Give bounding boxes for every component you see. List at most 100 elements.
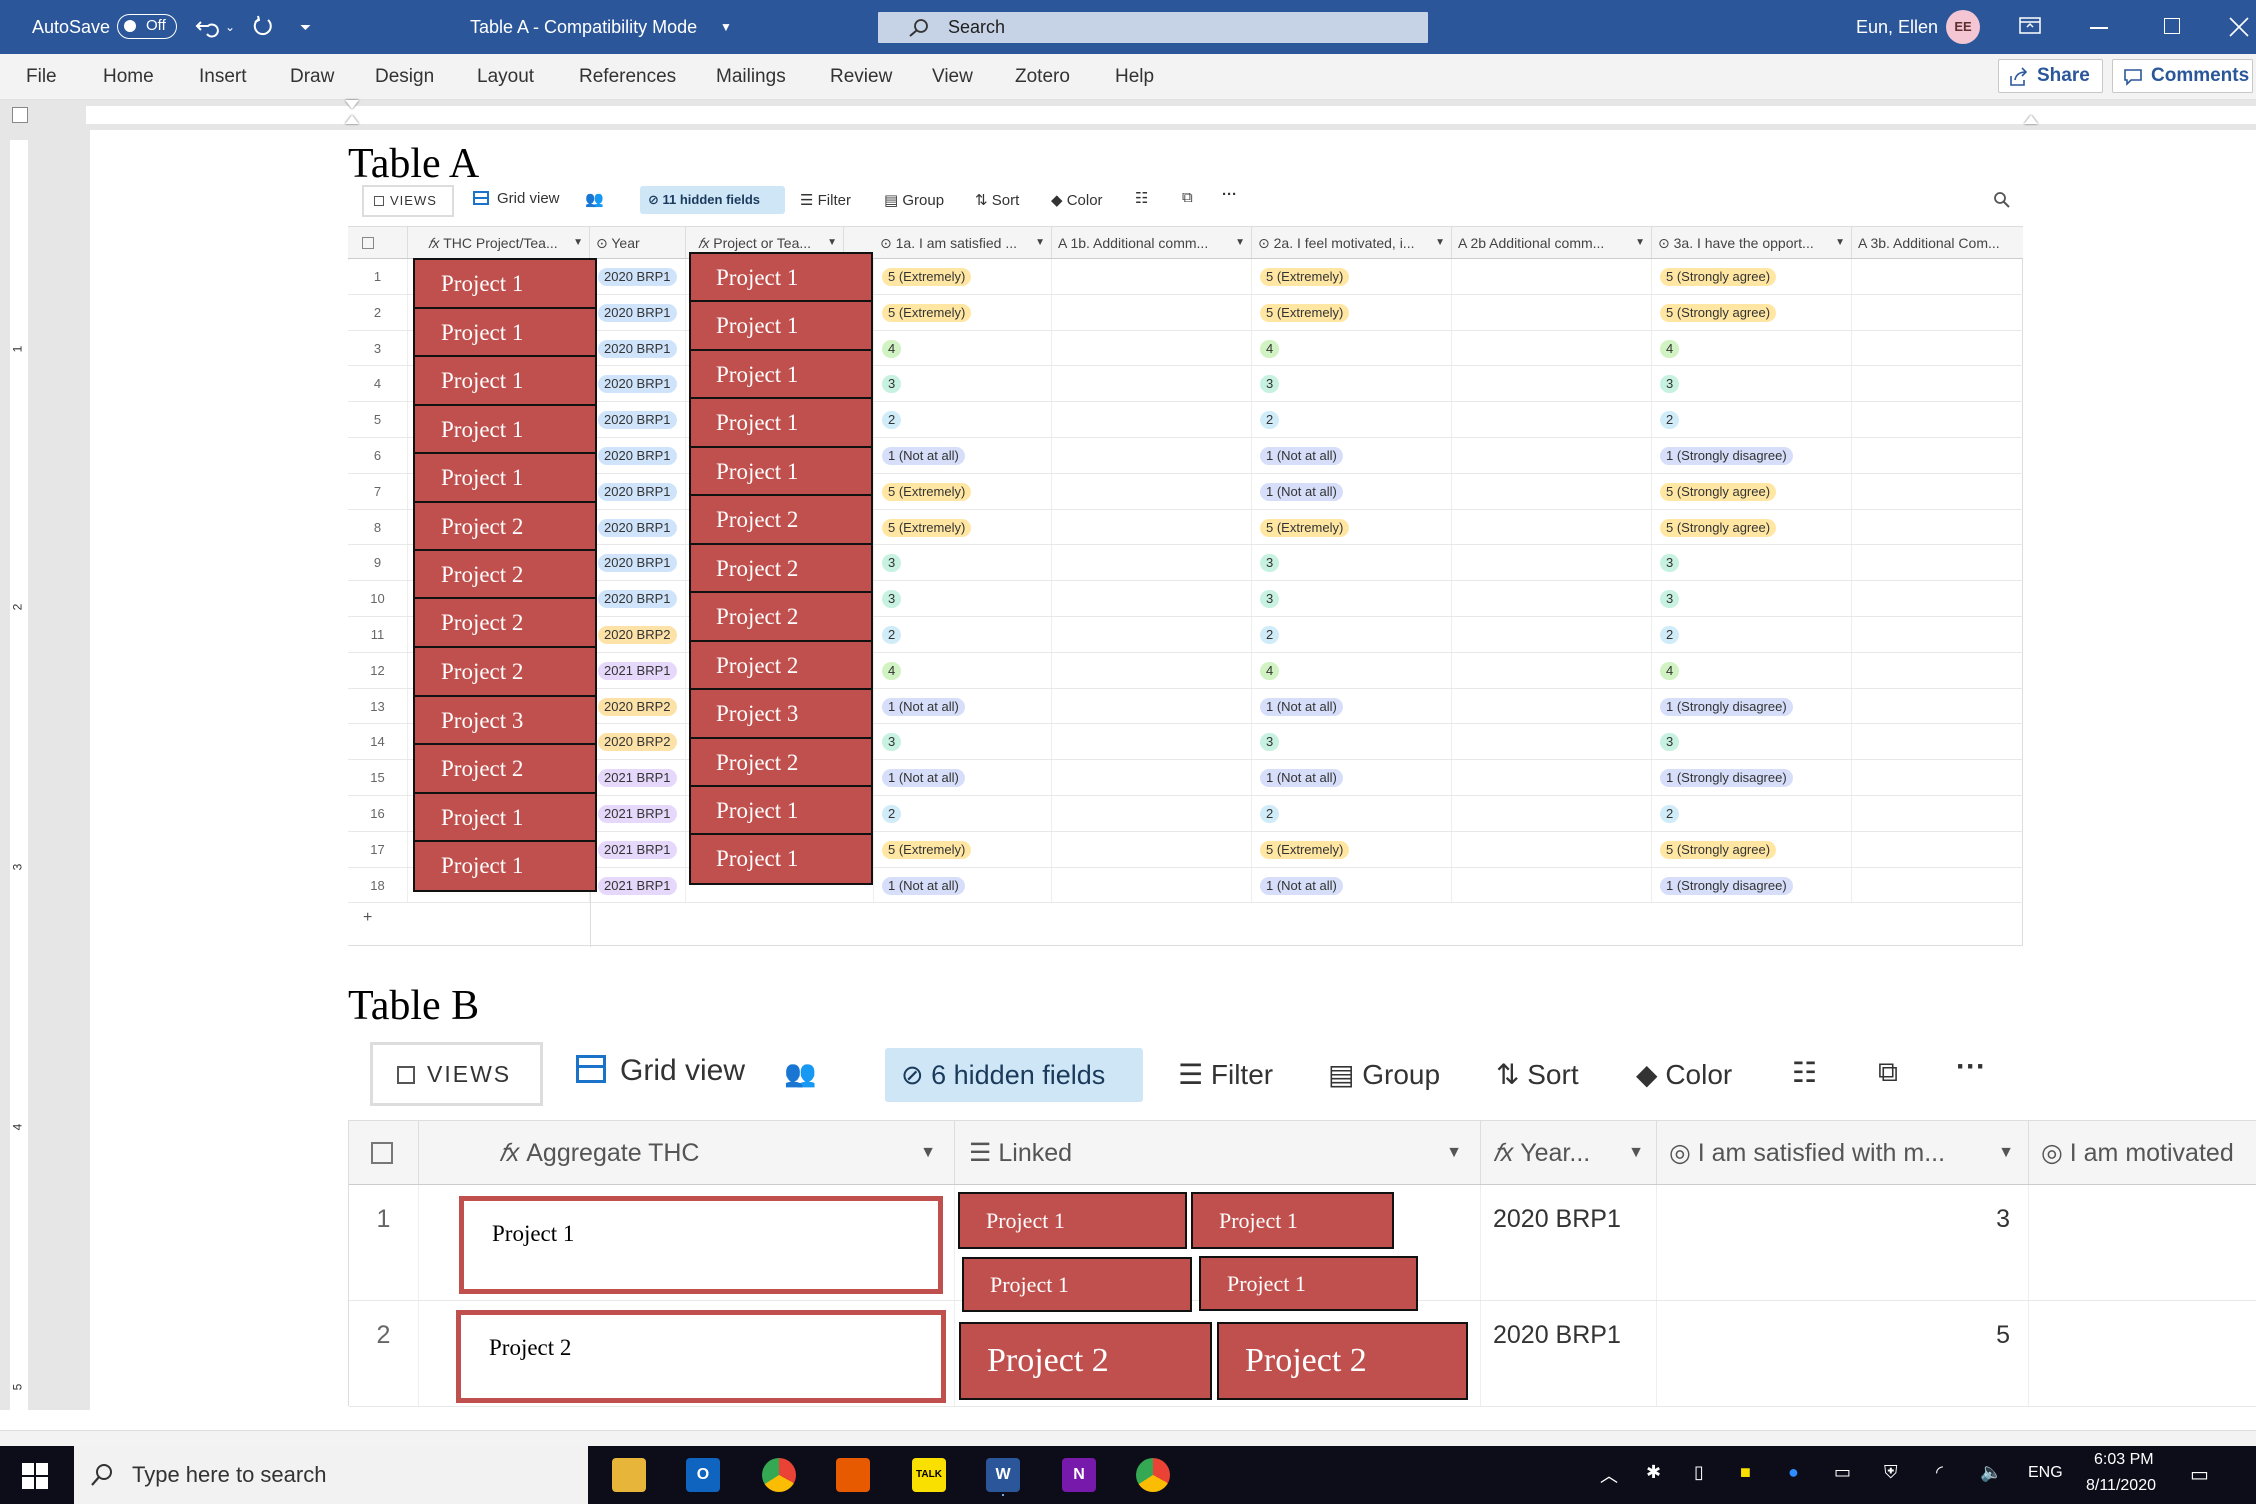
grid-view-button[interactable]: Grid view	[473, 190, 560, 207]
year-cell[interactable]: 2021 BRP1	[590, 796, 686, 831]
project-label-box[interactable]: Project 1	[689, 785, 873, 837]
group-button[interactable]: ▤ Group	[1328, 1058, 1440, 1091]
column-1b[interactable]: A 1b. Additional comm... ▼	[1052, 227, 1252, 258]
share-view-icon[interactable]: ⧉	[1182, 189, 1193, 206]
year-cell[interactable]: 2021 BRP1	[590, 831, 686, 867]
rating-3a-cell[interactable]: 1 (Strongly disagree)	[1652, 438, 1852, 473]
comments-button[interactable]: Comments	[2112, 59, 2253, 93]
table-row[interactable]: 8 2020 BRP1 5 (Extremely) 5 (Extremely) 5 (S…	[348, 509, 2023, 546]
comment-3b-cell[interactable]	[1852, 796, 2023, 831]
first-line-indent-marker[interactable]	[345, 100, 359, 109]
slack-icon[interactable]: ✱	[1646, 1462, 1661, 1483]
rating-2a-cell[interactable]: 2	[1252, 796, 1452, 831]
project-label-box[interactable]: Project 2	[413, 743, 597, 795]
comment-3b-cell[interactable]	[1852, 617, 2023, 652]
vertical-ruler[interactable]	[0, 130, 38, 1410]
rating-2a-cell[interactable]: 1 (Not at all)	[1252, 473, 1452, 509]
comment-1b-cell[interactable]	[1052, 831, 1252, 867]
document-title[interactable]: Table A - Compatibility Mode	[470, 0, 697, 54]
rating-2a-cell[interactable]: 5 (Extremely)	[1252, 294, 1452, 330]
comment-2b-cell[interactable]	[1452, 438, 1652, 473]
menu-file[interactable]: File	[26, 54, 57, 100]
rating-2a-cell[interactable]: 2	[1252, 402, 1452, 437]
taskbar-search[interactable]: Type here to search	[74, 1446, 588, 1504]
rating-2a-cell[interactable]: 3	[1252, 581, 1452, 616]
comment-1b-cell[interactable]	[1052, 438, 1252, 473]
column-dropdown-icon[interactable]: ▼	[920, 1121, 936, 1184]
table-row[interactable]: 13 2020 BRP2 1 (Not at all) 1 (Not at all) 1…	[348, 688, 2023, 725]
notifications-icon[interactable]: ▭	[2190, 1462, 2209, 1487]
undo-dropdown-icon[interactable]: ⌄	[225, 0, 235, 54]
menu-draw[interactable]: Draw	[290, 54, 334, 100]
project-label-box[interactable]: Project 2	[689, 591, 873, 643]
table-row[interactable]: 5 2020 BRP1 2 2 2	[348, 402, 2023, 438]
rating-1a-cell[interactable]: 5 (Extremely)	[874, 294, 1052, 330]
table-row[interactable]: 1 2020 BRP1 5 (Extremely) 5 (Extremely) 5 (S…	[348, 259, 2023, 295]
search-icon[interactable]	[1993, 191, 2011, 209]
comment-2b-cell[interactable]	[1452, 581, 1652, 616]
rating-2a-cell[interactable]: 1 (Not at all)	[1252, 867, 1452, 903]
project-label-box[interactable]: Project 1	[689, 397, 873, 449]
undo-icon[interactable]	[193, 14, 219, 40]
usb-icon[interactable]: ▯	[1694, 1462, 1704, 1483]
defender-icon[interactable]: ⛨	[1884, 1462, 1898, 1483]
year-cell[interactable]: 2020 BRP1	[590, 402, 686, 437]
satisfied-cell[interactable]: 5	[1657, 1301, 2029, 1406]
comment-2b-cell[interactable]	[1452, 294, 1652, 330]
maximize-icon[interactable]	[2164, 18, 2180, 34]
column-year[interactable]: 𝑓x Year... ▼	[1481, 1121, 1657, 1184]
comment-3b-cell[interactable]	[1852, 760, 2023, 795]
comment-3b-cell[interactable]	[1852, 402, 2023, 437]
chrome-icon[interactable]	[762, 1458, 796, 1492]
zoom-icon[interactable]: ●	[1788, 1462, 1799, 1483]
comment-3b-cell[interactable]	[1852, 832, 2023, 867]
project-label-box[interactable]: Project 2	[413, 549, 597, 601]
menu-design[interactable]: Design	[375, 54, 434, 100]
rating-3a-cell[interactable]: 4	[1652, 330, 1852, 366]
more-options-icon[interactable]: ···	[1956, 1050, 1986, 1084]
column-linked[interactable]: ☰ Linked ▼	[955, 1121, 1481, 1184]
aggregate-box-project-2[interactable]: Project 2	[456, 1310, 946, 1403]
hidden-fields-button[interactable]: ⊘ 11 hidden fields	[640, 186, 785, 214]
outlook-icon[interactable]: O	[686, 1458, 720, 1492]
avatar[interactable]: EE	[1946, 10, 1980, 44]
right-indent-marker[interactable]	[2024, 115, 2038, 124]
motivated-cell[interactable]	[2029, 1301, 2256, 1406]
year-cell[interactable]: 2020 BRP1	[590, 473, 686, 509]
table-row[interactable]: 16 2021 BRP1 2 2 2	[348, 796, 2023, 832]
menu-references[interactable]: References	[579, 54, 676, 100]
tab-selector[interactable]	[12, 107, 28, 123]
rating-1a-cell[interactable]: 5 (Extremely)	[874, 259, 1052, 294]
menu-home[interactable]: Home	[103, 54, 154, 100]
menu-insert[interactable]: Insert	[199, 54, 247, 100]
comment-3b-cell[interactable]	[1852, 653, 2023, 688]
views-button[interactable]: VIEWS	[370, 1042, 543, 1106]
rating-2a-cell[interactable]: 3	[1252, 366, 1452, 402]
table-row[interactable]: 15 2021 BRP1 1 (Not at all) 1 (Not at all) 1…	[348, 760, 2023, 796]
word-icon[interactable]: W	[986, 1458, 1020, 1492]
select-all-checkbox[interactable]	[348, 227, 408, 258]
rating-3a-cell[interactable]: 1 (Strongly disagree)	[1652, 867, 1852, 903]
rating-1a-cell[interactable]: 1 (Not at all)	[874, 688, 1052, 724]
year-cell[interactable]: 2021 BRP1	[590, 867, 686, 903]
select-all-checkbox[interactable]	[349, 1121, 419, 1184]
collaborators-icon[interactable]: 👥	[585, 190, 604, 208]
project-label-box[interactable]: Project 2	[689, 737, 873, 789]
rating-1a-cell[interactable]: 2	[874, 617, 1052, 652]
project-label-box[interactable]: Project 1	[413, 792, 597, 844]
year-cell[interactable]: 2020 BRP1	[590, 366, 686, 402]
chrome-profile-icon[interactable]	[1136, 1458, 1170, 1492]
year-cell[interactable]: 2020 BRP1	[1481, 1185, 1657, 1300]
project-label-box[interactable]: Project 2	[689, 494, 873, 546]
project-label-box[interactable]: Project 2	[413, 501, 597, 553]
rating-3a-cell[interactable]: 2	[1652, 796, 1852, 831]
project-label-box[interactable]: Project 1	[413, 404, 597, 456]
column-2a[interactable]: ⊙ 2a. I feel motivated, i... ▼	[1252, 227, 1452, 258]
color-button[interactable]: ◆ Color	[1636, 1058, 1732, 1091]
rating-3a-cell[interactable]: 5 (Strongly agree)	[1652, 294, 1852, 330]
rating-2a-cell[interactable]: 1 (Not at all)	[1252, 760, 1452, 795]
kakaotalk-tray-icon[interactable]: ■	[1740, 1462, 1751, 1483]
project-label-box[interactable]: Project 1	[413, 258, 597, 310]
column-satisfied[interactable]: ◎ I am satisfied with m... ▼	[1657, 1121, 2029, 1184]
row-height-icon[interactable]: ☷	[1135, 189, 1148, 207]
